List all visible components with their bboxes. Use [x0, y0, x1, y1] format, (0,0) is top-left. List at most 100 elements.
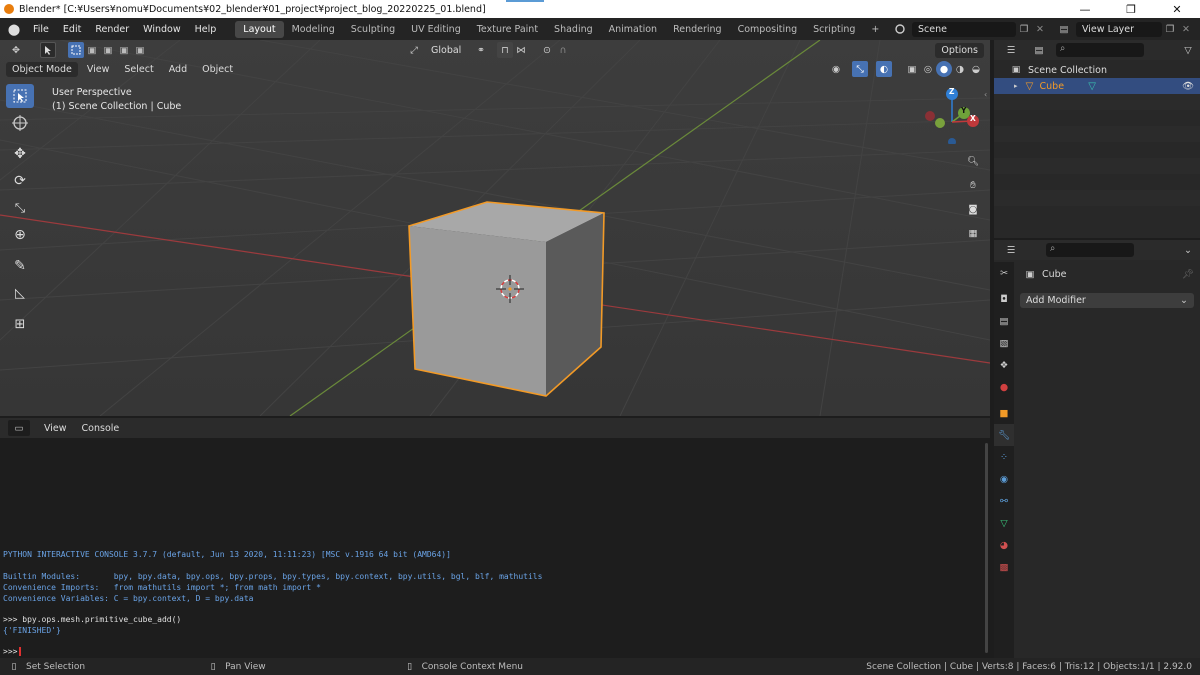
chevron-down-icon[interactable]: ⌄: [1180, 242, 1196, 258]
options-dropdown[interactable]: Options: [935, 42, 984, 58]
scene-selector[interactable]: Scene: [912, 21, 1016, 37]
overlays-toggle-icon[interactable]: ◐: [876, 61, 892, 77]
proportional-falloff-icon[interactable]: ∩: [555, 42, 571, 58]
cursor-tool-icon[interactable]: [6, 111, 34, 135]
output-tab-icon[interactable]: ▤: [994, 310, 1014, 332]
view-layer-icon[interactable]: ▤: [1056, 21, 1072, 37]
texture-tab-icon[interactable]: ▩: [994, 556, 1014, 578]
move-tool-icon[interactable]: ✥: [6, 142, 34, 166]
scene-tab-icon[interactable]: ❖: [994, 354, 1014, 376]
shading-rendered-icon[interactable]: ◒: [968, 61, 984, 77]
transform-tool-icon[interactable]: ⊕: [6, 223, 34, 247]
menu-edit[interactable]: Edit: [56, 24, 88, 35]
select-mode-new-icon[interactable]: [68, 42, 84, 58]
viewport-menu-view[interactable]: View: [81, 62, 116, 77]
eye-visibility-icon[interactable]: 👁︎: [1180, 78, 1196, 94]
menu-render[interactable]: Render: [88, 24, 136, 35]
sidebar-toggle-arrow-icon[interactable]: ‹: [984, 90, 987, 99]
tab-uv-editing[interactable]: UV Editing: [403, 21, 469, 38]
select-mode-intersect-icon[interactable]: ▣: [132, 42, 148, 58]
new-scene-icon[interactable]: ❐: [1016, 21, 1032, 37]
material-tab-icon[interactable]: ◕: [994, 534, 1014, 556]
filter-icon[interactable]: ▽: [1180, 42, 1196, 58]
physics-tab-icon[interactable]: ◉: [994, 468, 1014, 490]
outliner-row-cube[interactable]: ▸ ▽ Cube ▽ 👁︎: [994, 78, 1200, 94]
console-editor-type-icon[interactable]: ▭: [8, 420, 30, 436]
shading-wireframe-icon[interactable]: ◎: [920, 61, 936, 77]
pin-icon[interactable]: 📌︎: [1182, 269, 1194, 280]
tab-animation[interactable]: Animation: [601, 21, 665, 38]
zoom-icon[interactable]: 🔍︎: [962, 150, 984, 172]
menu-help[interactable]: Help: [188, 24, 224, 35]
menu-file[interactable]: File: [26, 24, 56, 35]
shading-solid-icon[interactable]: ●: [936, 61, 952, 77]
select-tool-icon[interactable]: [6, 84, 34, 108]
tab-compositing[interactable]: Compositing: [730, 21, 806, 38]
render-tab-icon[interactable]: ◘: [994, 288, 1014, 310]
gizmo-toggle-icon[interactable]: ⤡: [852, 61, 868, 77]
mesh-data-icon[interactable]: ▽: [1084, 78, 1100, 94]
tab-texture-paint[interactable]: Texture Paint: [469, 21, 546, 38]
shading-material-icon[interactable]: ◑: [952, 61, 968, 77]
snap-icon[interactable]: ⊓: [497, 42, 513, 58]
tab-rendering[interactable]: Rendering: [665, 21, 730, 38]
close-button[interactable]: ✕: [1154, 3, 1200, 16]
viewport-menu-select[interactable]: Select: [118, 62, 159, 77]
view-layer-tab-icon[interactable]: ▧: [994, 332, 1014, 354]
tab-scripting[interactable]: Scripting: [805, 21, 863, 38]
properties-editor-type-icon[interactable]: ☰: [1000, 242, 1022, 258]
rotate-tool-icon[interactable]: ⟳: [6, 169, 34, 193]
add-cube-tool-icon[interactable]: ⊞: [6, 312, 34, 336]
proportional-edit-icon[interactable]: ⊙: [539, 42, 555, 58]
properties-search-input[interactable]: ⌕: [1046, 243, 1134, 257]
console-menu-view[interactable]: View: [38, 421, 73, 436]
add-modifier-dropdown[interactable]: Add Modifier ⌄: [1020, 293, 1194, 308]
select-mode-subtract-icon[interactable]: ▣: [100, 42, 116, 58]
particles-tab-icon[interactable]: ⁘: [994, 446, 1014, 468]
outliner-editor-type-icon[interactable]: ☰: [1000, 42, 1022, 58]
display-mode-icon[interactable]: ▤: [1028, 42, 1050, 58]
constraints-tab-icon[interactable]: ⚯: [994, 490, 1014, 512]
transform-orientation-dropdown[interactable]: Global: [425, 43, 469, 58]
tab-layout[interactable]: Layout: [235, 20, 284, 38]
tab-modeling[interactable]: Modeling: [284, 21, 343, 38]
new-view-layer-icon[interactable]: ❐: [1162, 21, 1178, 37]
editor-type-icon[interactable]: ✥: [8, 42, 24, 58]
console-scrollbar[interactable]: [985, 438, 990, 658]
visibility-eye-icon[interactable]: ◉: [828, 61, 844, 77]
scale-tool-icon[interactable]: ⤡: [6, 196, 34, 220]
maximize-button[interactable]: ❐: [1108, 3, 1154, 16]
select-box-icon[interactable]: [40, 42, 56, 58]
snap-target-icon[interactable]: ⋈: [513, 42, 529, 58]
delete-view-layer-icon[interactable]: ✕: [1178, 21, 1194, 37]
tool-tab-icon[interactable]: ✂: [994, 262, 1014, 284]
data-tab-icon[interactable]: ▽: [994, 512, 1014, 534]
ortho-grid-icon[interactable]: ▦: [962, 222, 984, 244]
python-console[interactable]: PYTHON INTERACTIVE CONSOLE 3.7.7 (defaul…: [0, 438, 985, 658]
expand-arrow-icon[interactable]: ▸: [1014, 82, 1018, 90]
measure-tool-icon[interactable]: ◺: [6, 281, 34, 305]
blender-menu-icon[interactable]: ⬤: [6, 21, 22, 37]
xray-toggle-icon[interactable]: ▣: [904, 61, 920, 77]
outliner-row-scene-collection[interactable]: ▣ Scene Collection: [994, 62, 1200, 78]
tab-sculpting[interactable]: Sculpting: [343, 21, 403, 38]
select-mode-extend-icon[interactable]: ▣: [84, 42, 100, 58]
menu-window[interactable]: Window: [136, 24, 187, 35]
object-tab-icon[interactable]: ■: [994, 402, 1014, 424]
pivot-point-icon[interactable]: ⚭: [473, 42, 489, 58]
outliner-search-input[interactable]: ⌕: [1056, 43, 1144, 57]
tab-shading[interactable]: Shading: [546, 21, 601, 38]
camera-view-icon[interactable]: ◙: [962, 198, 984, 220]
viewport-menu-add[interactable]: Add: [163, 62, 193, 77]
view-layer-selector[interactable]: View Layer: [1076, 21, 1162, 37]
annotate-tool-icon[interactable]: ✎: [6, 254, 34, 278]
scene-icon[interactable]: [892, 21, 908, 37]
navigation-gizmo[interactable]: Z Y X: [920, 84, 980, 146]
viewport-menu-object[interactable]: Object: [196, 62, 239, 77]
delete-scene-icon[interactable]: ✕: [1032, 21, 1048, 37]
console-menu-console[interactable]: Console: [76, 421, 126, 436]
modifier-tab-icon[interactable]: 🔧︎: [994, 424, 1014, 446]
select-mode-invert-icon[interactable]: ▣: [116, 42, 132, 58]
object-mode-dropdown[interactable]: Object Mode: [6, 61, 78, 77]
minimize-button[interactable]: —: [1062, 3, 1108, 16]
